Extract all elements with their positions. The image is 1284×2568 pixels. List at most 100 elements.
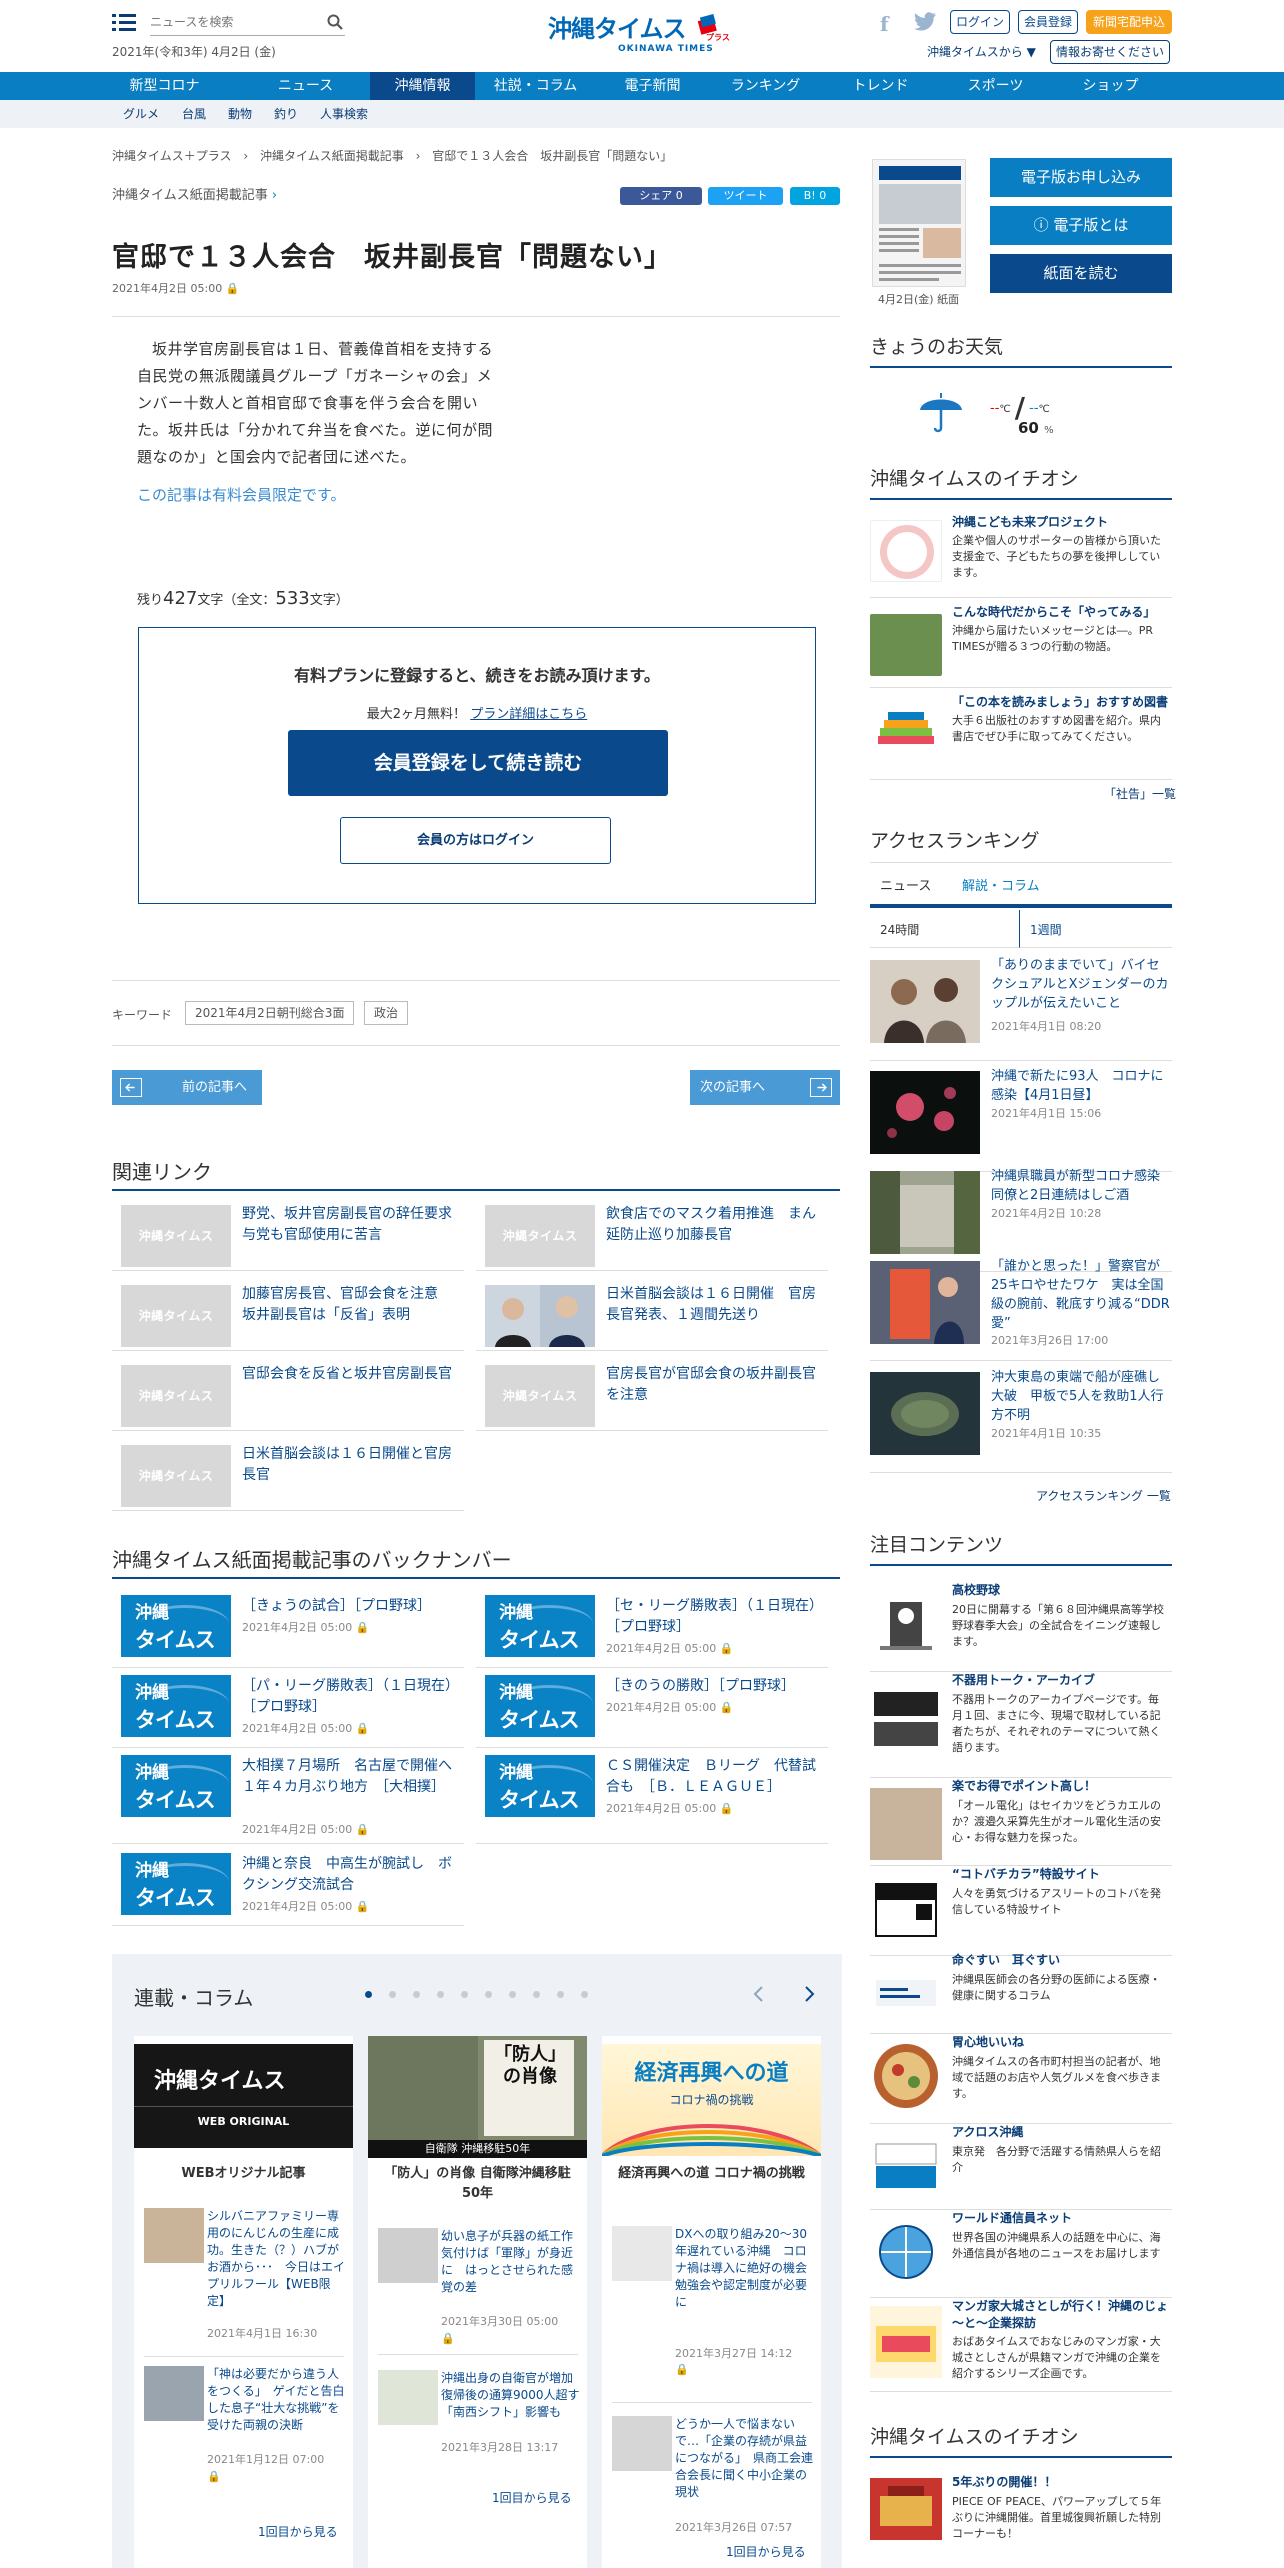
related-title[interactable]: 野党、坂井官房副長官の辞任要求 与党も官邸使用に苦言 bbox=[242, 1204, 466, 1246]
series-card[interactable]: 沖縄タイムス WEB ORIGINAL WEBオリジナル記事 シルバニアファミリ… bbox=[134, 2036, 353, 2568]
backnumber-item[interactable]: 沖縄 タイムス ＣＳ開催決定 Ｂリーグ 代替試合も ［Ｂ．ＬＥＡＧＵＥ］ 2021… bbox=[476, 1748, 828, 1844]
from-okinawa-dropdown[interactable]: 沖縄タイムスから ▼ bbox=[927, 44, 1036, 61]
keyword-tag[interactable]: 2021年4月2日朝刊総合3面 bbox=[185, 1001, 355, 1025]
ranking-title[interactable]: 「誰かと思った！」警察官が25キロやせたワケ 実は全国級の腕前、靴底すり減る“D… bbox=[991, 1257, 1172, 1333]
pick-title[interactable]: 5年ぶりの開催！！ bbox=[952, 2474, 1056, 2491]
notable-item[interactable]: 不器用トーク・アーカイブ 不器用トークのアーカイブページです。毎月１回、まさに今… bbox=[870, 1672, 1172, 1778]
carousel-dot[interactable] bbox=[365, 1991, 372, 1998]
subnav-item-gourmet[interactable]: グルメ bbox=[123, 106, 159, 123]
notable-item[interactable]: アクロス沖縄 東京発 各分野で活躍する情熱県人らを紹介 bbox=[870, 2124, 1172, 2210]
series-article-title[interactable]: 幼い息子が兵器の紙工作 気付けば「軍隊」が身近に はっとさせられた感覚の差 bbox=[441, 2228, 585, 2296]
chevron-left-icon[interactable] bbox=[752, 1984, 766, 2004]
twitter-share-button[interactable]: ツイート bbox=[708, 187, 783, 205]
series-article-title[interactable]: 「神は必要だから違う人をつくる」 ゲイだと告白した息子“壮大な挑戦”を受けた両親… bbox=[207, 2366, 347, 2434]
ranking-item[interactable]: 沖縄で新たに93人 コロナに感染【4月1日昼】 2021年4月1日 15:06 bbox=[870, 1061, 1172, 1172]
ranking-title[interactable]: 沖縄県職員が新型コロナ感染 同僚と2日連続はしご酒 bbox=[991, 1167, 1173, 1205]
related-item[interactable]: 沖縄タイムス 官邸会食を反省と坂井官房副長官 bbox=[112, 1355, 464, 1431]
carousel-dot[interactable] bbox=[533, 1991, 540, 1998]
related-item[interactable]: 沖縄タイムス 官房長官が官邸会食の坂井副長官を注意 bbox=[476, 1355, 828, 1431]
series-more-link[interactable]: 1回目から見る bbox=[258, 2524, 338, 2541]
subnav-item-typhoon[interactable]: 台風 bbox=[182, 106, 206, 123]
period-24h[interactable]: 24時間 bbox=[870, 910, 1020, 948]
notable-item[interactable]: “コトバチカラ”特設サイト 人々を勇気づけるアスリートのコトバを発信している特設… bbox=[870, 1866, 1172, 1956]
notice-list-link[interactable]: 「社告」一覧 bbox=[1104, 786, 1176, 803]
nav-item-news[interactable]: ニュース bbox=[253, 72, 358, 100]
pick-title[interactable]: 「この本を読みましょう」おすすめ図書 bbox=[952, 694, 1168, 711]
twitter-icon[interactable] bbox=[913, 12, 937, 32]
backnumber-item[interactable]: 沖縄 タイムス ［セ・リーグ勝敗表］（１日現在） ［プロ野球］ 2021年4月2日… bbox=[476, 1588, 830, 1668]
member-login-button[interactable]: 会員の方はログイン bbox=[340, 817, 611, 864]
facebook-share-button[interactable]: シェア 0 bbox=[620, 187, 702, 205]
nav-item-editorial[interactable]: 社説・コラム bbox=[483, 72, 588, 100]
ranking-title[interactable]: 「ありのままでいて」バイセクシュアルとXジェンダーのカップルが伝えたいこと bbox=[991, 956, 1172, 1013]
nav-item-shop[interactable]: ショップ bbox=[1058, 72, 1163, 100]
ranking-title[interactable]: 沖縄で新たに93人 コロナに感染【4月1日昼】 bbox=[991, 1067, 1172, 1105]
related-item[interactable]: 日米首脳会談は１６日開催 官房長官発表、１週間先送り bbox=[476, 1275, 828, 1351]
backnumber-title[interactable]: ＣＳ開催決定 Ｂリーグ 代替試合も ［Ｂ．ＬＥＡＧＵＥ］ bbox=[606, 1756, 828, 1798]
breadcrumb-home[interactable]: 沖縄タイムス＋プラス bbox=[112, 149, 232, 163]
series-more-link[interactable]: 1回目から見る bbox=[492, 2490, 572, 2507]
related-title[interactable]: 日米首脳会談は１６日開催と官房長官 bbox=[242, 1444, 464, 1486]
subnav-item-fishing[interactable]: 釣り bbox=[274, 106, 298, 123]
login-button[interactable]: ログイン bbox=[950, 10, 1010, 34]
series-article-title[interactable]: シルバニアファミリー専用のにんじんの生産に成功。生きた（？）ハブがお酒から･･･… bbox=[207, 2208, 347, 2310]
carousel-dot[interactable] bbox=[413, 1991, 420, 1998]
pick-title[interactable]: 沖縄こども未来プロジェクト bbox=[952, 514, 1108, 531]
series-title[interactable]: 経済再興への道 コロナ禍の挑戦 bbox=[602, 2164, 821, 2184]
notable-item[interactable]: 楽でお得でポイント高し！ 「オール電化」はセイカツをどうカエルのか？渡邉久采算先… bbox=[870, 1778, 1172, 1866]
ranking-tab-news[interactable]: ニュース bbox=[880, 878, 931, 897]
backnumber-title[interactable]: ［セ・リーグ勝敗表］（１日現在） ［プロ野球］ bbox=[606, 1596, 830, 1638]
ranking-item[interactable]: 「ありのままでいて」バイセクシュアルとXジェンダーのカップルが伝えたいこと 20… bbox=[870, 950, 1172, 1061]
related-title[interactable]: 官邸会食を反省と坂井官房副長官 bbox=[242, 1364, 464, 1385]
nav-item-epaper[interactable]: 電子新聞 bbox=[600, 72, 705, 100]
notable-item[interactable]: 胃心地いいね 沖縄タイムスの各市町村担当の記者が、地域で話題のお店や人気グルメを… bbox=[870, 2034, 1172, 2124]
notable-item[interactable]: 命ぐすい 耳ぐすい 沖縄県医師会の各分野の医師による医療・健康に関するコラム bbox=[870, 1952, 1172, 2034]
read-paper-button[interactable]: 紙面を読む bbox=[990, 254, 1172, 293]
notable-title[interactable]: 胃心地いいね bbox=[952, 2034, 1024, 2051]
series-title[interactable]: 「防人」の肖像 自衛隊沖縄移駐50年 bbox=[368, 2164, 587, 2204]
backnumber-item[interactable]: 沖縄 タイムス 大相撲７月場所 名古屋で開催へ １年４カ月ぶり地方 ［大相撲］ 2… bbox=[112, 1748, 466, 1844]
notable-title[interactable]: 楽でお得でポイント高し！ bbox=[952, 1778, 1096, 1795]
carousel-dot[interactable] bbox=[509, 1991, 516, 1998]
nav-item-corona[interactable]: 新型コロナ bbox=[112, 72, 217, 100]
nav-item-okinawa[interactable]: 沖縄情報 bbox=[370, 72, 475, 100]
backnumber-item[interactable]: 沖縄 タイムス ［パ・リーグ勝敗表］（１日現在） ［プロ野球］ 2021年4月2日… bbox=[112, 1668, 466, 1748]
carousel-dot[interactable] bbox=[389, 1991, 396, 1998]
notable-title[interactable]: 高校野球 bbox=[952, 1582, 1000, 1599]
ranking-title[interactable]: 沖大東島の東端で船が座礁し大破 甲板で5人を救助1人行方不明 bbox=[991, 1368, 1172, 1425]
backnumber-item[interactable]: 沖縄 タイムス ［きょうの試合］［プロ野球］ 2021年4月2日 05:00 🔒 bbox=[112, 1588, 464, 1668]
series-card[interactable]: 経済再興への道 コロナ禍の挑戦 経済再興への道 コロナ禍の挑戦 DXへの取り組み… bbox=[602, 2036, 821, 2568]
series-title[interactable]: WEBオリジナル記事 bbox=[134, 2164, 353, 2184]
delivery-button[interactable]: 新聞宅配申込 bbox=[1086, 10, 1172, 34]
backnumber-item[interactable]: 沖縄 タイムス ［きのうの勝敗］［プロ野球］ 2021年4月2日 05:00 🔒 bbox=[476, 1668, 828, 1748]
related-item[interactable]: 沖縄タイムス 日米首脳会談は１６日開催と官房長官 bbox=[112, 1435, 464, 1511]
ranking-list-link[interactable]: アクセスランキング 一覧 bbox=[1036, 1488, 1171, 1505]
pick-item[interactable]: 沖縄こども未来プロジェクト 企業や個人のサポーターの皆様から頂いた支援金で、子ど… bbox=[870, 512, 1172, 598]
related-title[interactable]: 日米首脳会談は１６日開催 官房長官発表、１週間先送り bbox=[606, 1284, 828, 1326]
related-title[interactable]: 官房長官が官邸会食の坂井副長官を注意 bbox=[606, 1364, 828, 1406]
nav-item-trend[interactable]: トレンド bbox=[828, 72, 933, 100]
prev-article-button[interactable]: 前の記事へ bbox=[112, 1070, 262, 1105]
pick-item[interactable]: 5年ぶりの開催！！ PIECE OF PEACE、パワーアップして５年ぶりに沖縄… bbox=[870, 2474, 1172, 2560]
epaper-apply-button[interactable]: 電子版お申し込み bbox=[990, 158, 1172, 197]
notable-item[interactable]: ワールド通信員ネット 世界各国の沖縄県系人の話題を中心に、海外通信員が各地のニュ… bbox=[870, 2210, 1172, 2298]
notable-item[interactable]: マンガ家大城さとしが行く！沖縄のじょ～と～企業探訪 おばあタイムスでおなじみのマ… bbox=[870, 2298, 1172, 2392]
chevron-right-icon[interactable] bbox=[802, 1984, 816, 2004]
search-input[interactable] bbox=[150, 10, 315, 34]
series-article-title[interactable]: 沖縄出身の自衛官が増加 復帰後の通算9000人超す 「南西シフト」影響も bbox=[441, 2370, 592, 2421]
series-article-title[interactable]: DXへの取り組み20～30年遅れている沖縄 コロナ禍は導入に絶好の機会 勉強会や… bbox=[675, 2226, 819, 2311]
pick-item[interactable]: こんな時代だからこそ「やってみる」 沖縄から届けたいメッセージとは―。PR TI… bbox=[870, 602, 1172, 688]
backnumber-title[interactable]: ［パ・リーグ勝敗表］（１日現在） ［プロ野球］ bbox=[242, 1676, 466, 1718]
carousel-dot[interactable] bbox=[461, 1991, 468, 1998]
keyword-tag[interactable]: 政治 bbox=[364, 1001, 409, 1025]
next-article-button[interactable]: 次の記事へ bbox=[690, 1070, 840, 1105]
facebook-icon[interactable]: f bbox=[880, 10, 900, 36]
subnav-item-personnel[interactable]: 人事検索 bbox=[320, 106, 368, 123]
notable-title[interactable]: アクロス沖縄 bbox=[952, 2124, 1023, 2141]
backnumber-title[interactable]: 沖縄と奈良 中高生が腕試し ボクシング交流試合 bbox=[242, 1854, 464, 1896]
section-link[interactable]: 沖縄タイムス紙面掲載記事 › bbox=[112, 187, 277, 206]
register-button[interactable]: 会員登録 bbox=[1018, 10, 1078, 34]
subnav-item-animal[interactable]: 動物 bbox=[228, 106, 252, 123]
related-title[interactable]: 飲食店でのマスク着用推進 まん延防止巡り加藤長官 bbox=[606, 1204, 828, 1246]
hatena-share-button[interactable]: B! 0 bbox=[790, 187, 840, 205]
